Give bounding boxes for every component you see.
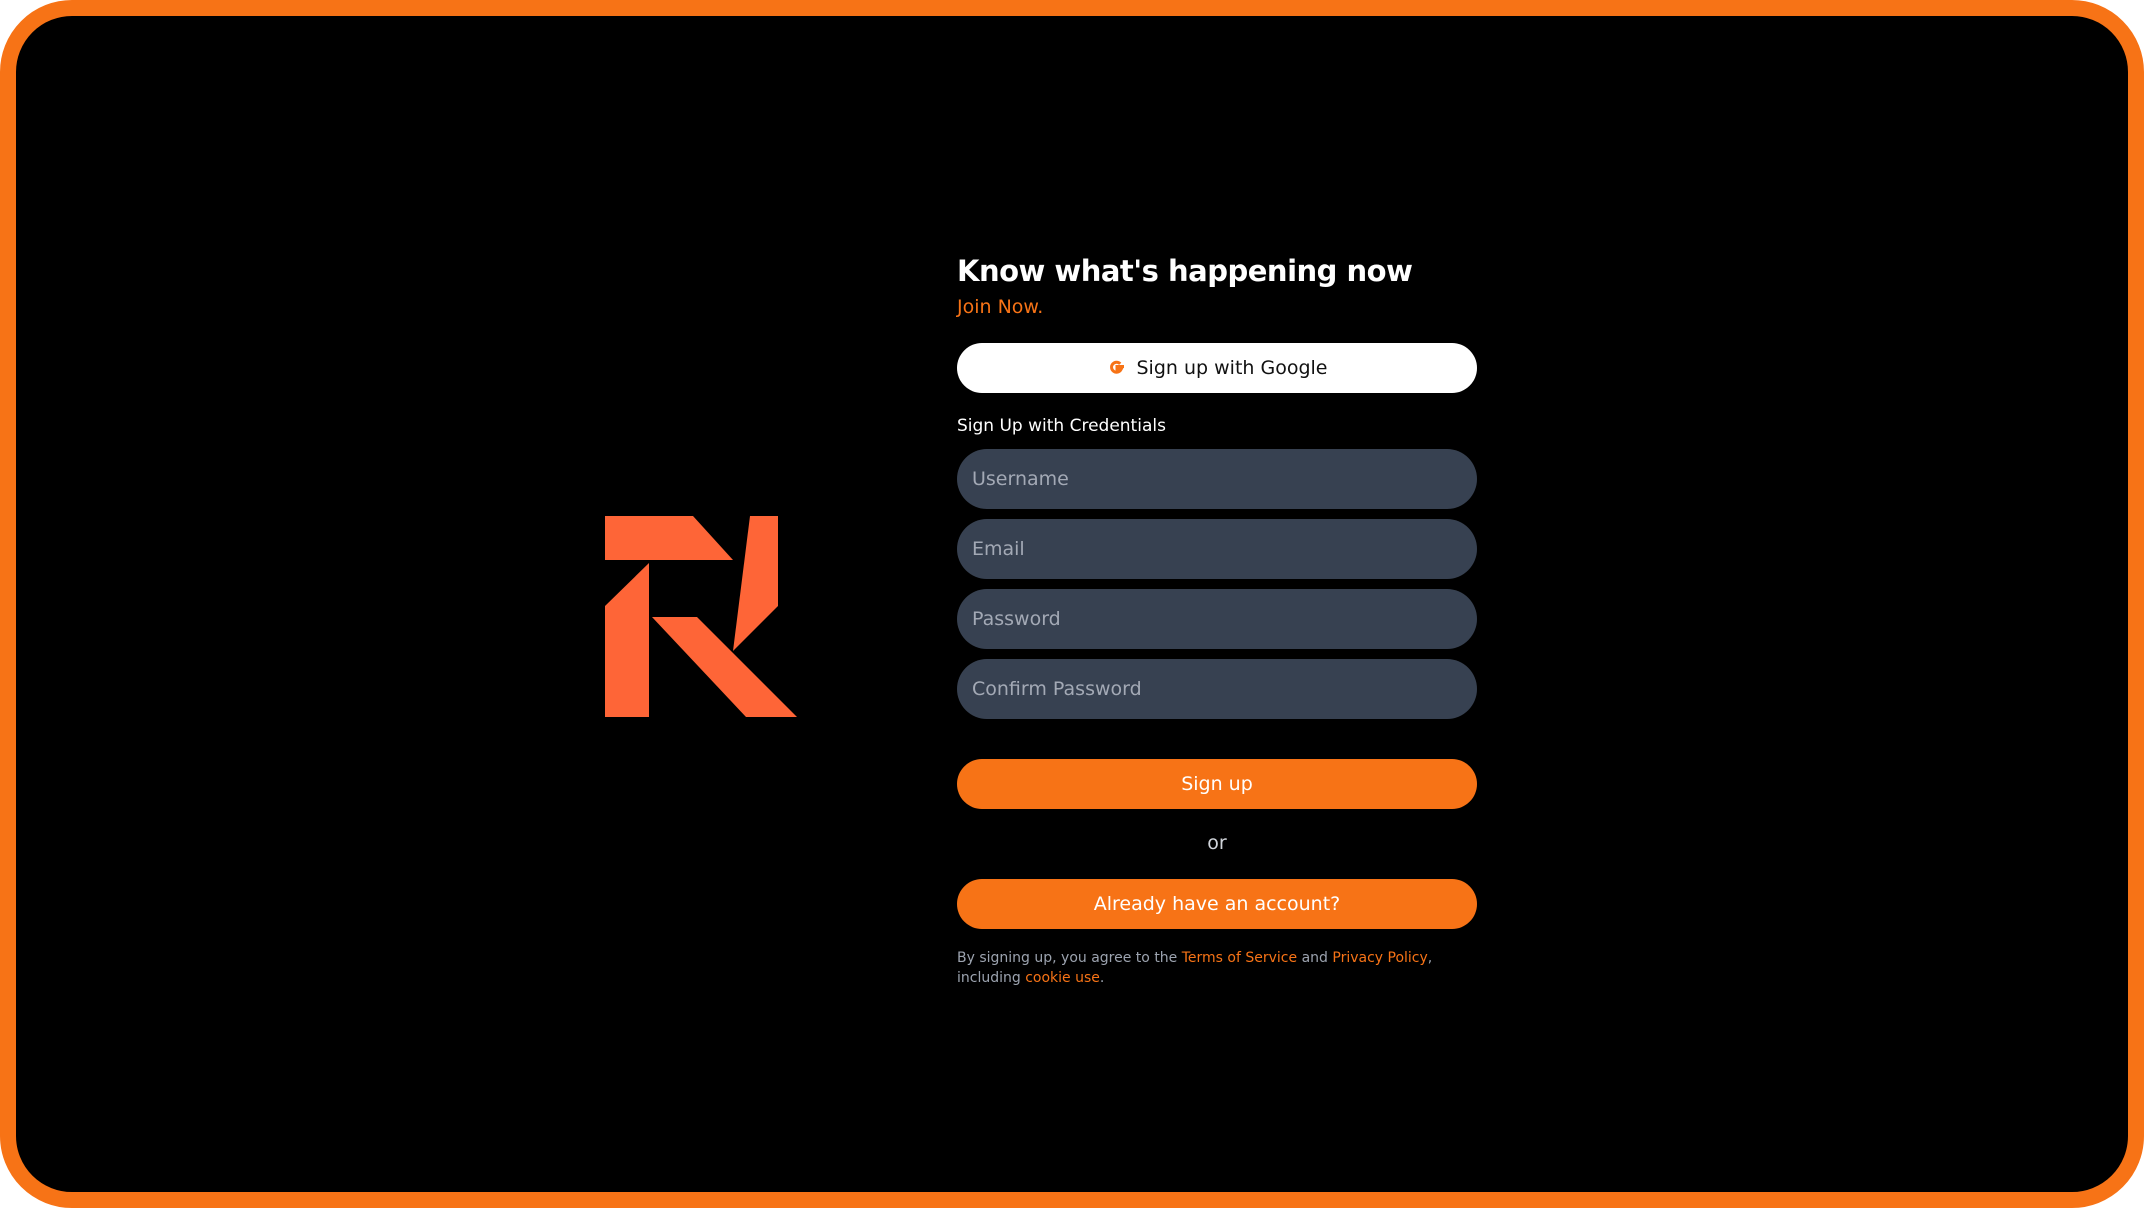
google-signup-label: Sign up with Google: [1136, 357, 1328, 379]
legal-and: and: [1297, 950, 1333, 966]
legal-notice: By signing up, you agree to the Terms of…: [957, 948, 1477, 988]
google-signup-button[interactable]: Sign up with Google: [957, 343, 1477, 393]
page-title: Know what's happening now: [957, 254, 1413, 288]
r-logo-icon: [605, 516, 797, 717]
login-button[interactable]: Already have an account?: [957, 879, 1477, 929]
join-now-subtitle: Join Now.: [957, 296, 1044, 318]
legal-suffix: .: [1099, 970, 1105, 986]
username-input[interactable]: [957, 449, 1477, 509]
confirm-password-input[interactable]: [957, 659, 1477, 719]
privacy-policy-link[interactable]: Privacy Policy: [1332, 950, 1427, 966]
terms-of-service-link[interactable]: Terms of Service: [1182, 950, 1297, 966]
email-input[interactable]: [957, 519, 1477, 579]
password-input[interactable]: [957, 589, 1477, 649]
google-g-icon: [1109, 360, 1124, 374]
legal-prefix: By signing up, you agree to the: [957, 950, 1182, 966]
cookie-use-link[interactable]: cookie use: [1025, 970, 1100, 986]
app-window: Know what's happening now Join Now. Sign…: [0, 0, 2144, 1208]
or-divider: or: [1207, 832, 1227, 854]
signup-button[interactable]: Sign up: [957, 759, 1477, 809]
credentials-label: Sign Up with Credentials: [957, 416, 1166, 436]
